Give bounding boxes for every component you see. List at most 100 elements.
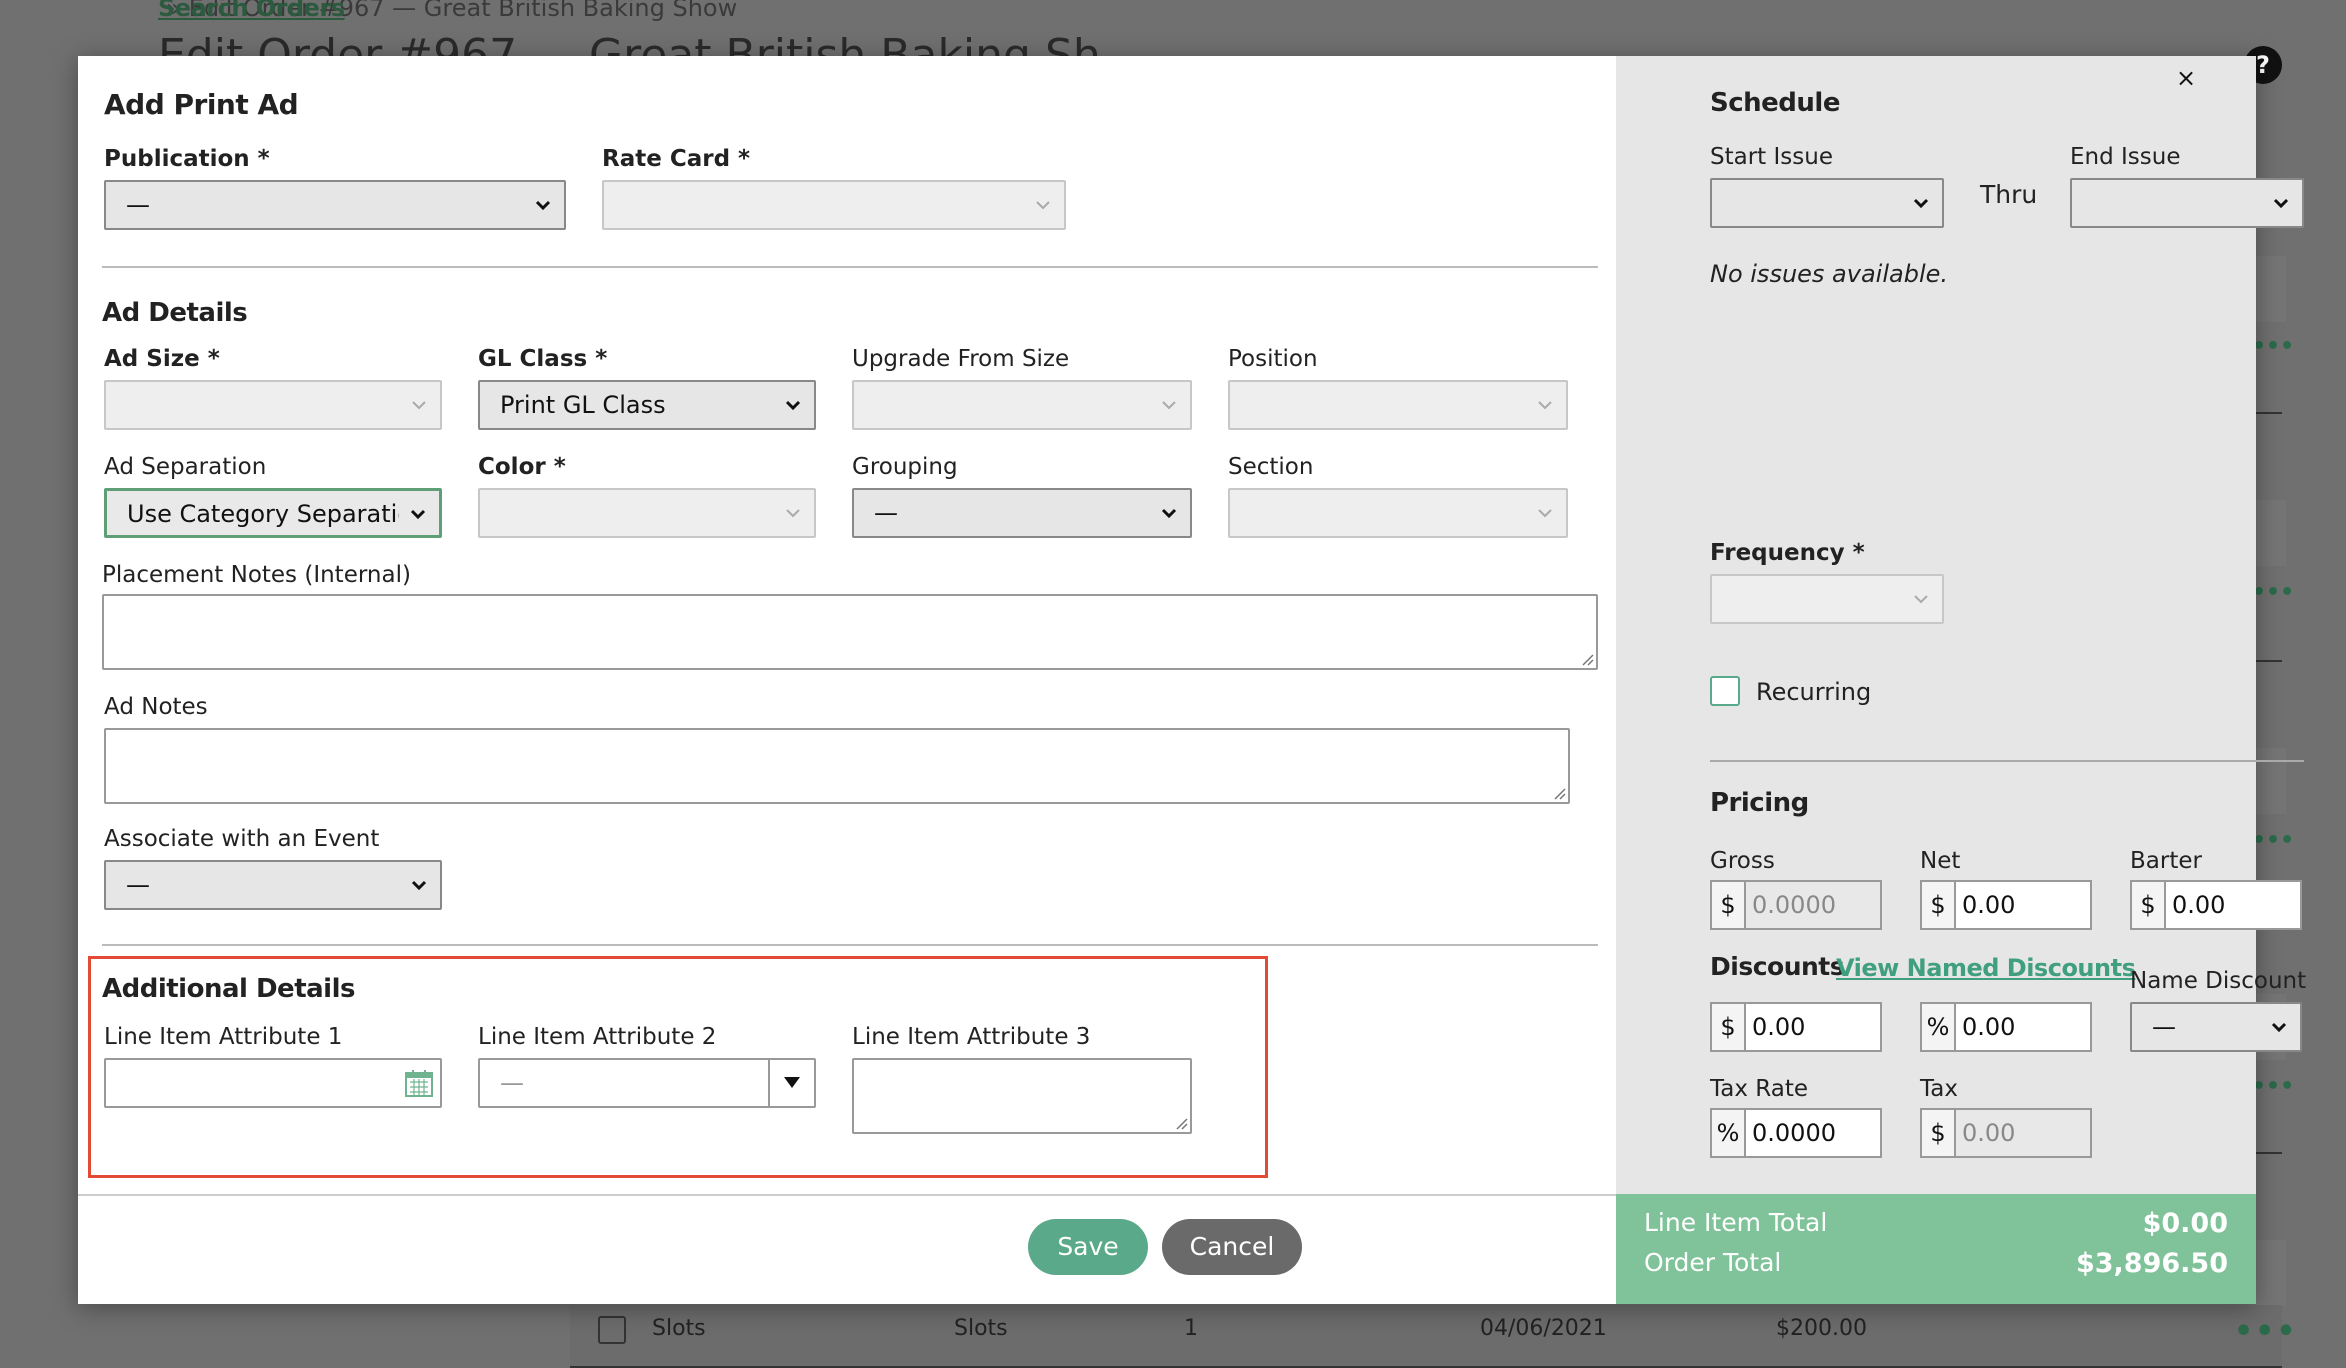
totals-bar: Line Item Total $0.00 Order Total $3,896… <box>1616 1194 2256 1304</box>
divider <box>102 944 1598 946</box>
barter-value: 0.00 <box>2172 891 2226 919</box>
bg-row-line <box>2256 412 2282 414</box>
bg-row-more-icon[interactable]: ••• <box>2252 334 2294 359</box>
publication-value: — <box>126 191 150 219</box>
breadcrumb: Search Orders» Edit Order #967 — Great Br… <box>158 0 737 22</box>
color-label: Color * <box>478 454 566 480</box>
publication-select[interactable]: — <box>104 180 566 230</box>
name-discount-value: — <box>2152 1013 2176 1041</box>
schedule-pricing-panel: Schedule Start Issue Thru End Issue No i… <box>1616 56 2306 1304</box>
color-select[interactable] <box>478 488 816 538</box>
grouping-value: — <box>874 499 898 527</box>
save-button[interactable]: Save <box>1028 1219 1148 1275</box>
gross-label: Gross <box>1710 848 1775 874</box>
start-issue-select[interactable] <box>1710 178 1944 228</box>
tax-field: $ 0.00 <box>1920 1108 2092 1158</box>
row-date: 04/06/2021 <box>1480 1316 1607 1341</box>
tax-rate-value: 0.0000 <box>1752 1119 1836 1147</box>
cancel-button[interactable]: Cancel <box>1162 1219 1302 1275</box>
tax-rate-input[interactable]: % 0.0000 <box>1710 1108 1882 1158</box>
percent-prefix: % <box>1712 1110 1746 1156</box>
line-item-total-label: Line Item Total <box>1644 1208 1828 1237</box>
upgrade-from-size-select[interactable] <box>852 380 1192 430</box>
view-named-discounts-link[interactable]: View Named Discounts <box>1836 954 2136 982</box>
add-print-ad-modal: Add Print Ad Publication * — Rate Card *… <box>78 56 2306 1304</box>
chevron-down-icon <box>1913 198 1929 209</box>
section-select[interactable] <box>1228 488 1568 538</box>
row-more-icon[interactable]: ••• <box>2234 1314 2298 1349</box>
line-item-attribute-2-toggle[interactable] <box>768 1060 814 1106</box>
event-label: Associate with an Event <box>104 826 380 852</box>
frequency-select[interactable] <box>1710 574 1944 624</box>
chevron-down-icon <box>1538 509 1552 518</box>
barter-input[interactable]: $ 0.00 <box>2130 880 2302 930</box>
close-icon[interactable]: × <box>2176 64 2196 92</box>
bg-row-more-icon[interactable]: ••• <box>2252 580 2294 605</box>
discount-amount-value: 0.00 <box>1752 1013 1806 1041</box>
bg-row-more-icon[interactable]: ••• <box>2252 828 2294 853</box>
line-item-attribute-3-textarea[interactable] <box>852 1058 1192 1134</box>
rate-card-select[interactable] <box>602 180 1066 230</box>
table-row <box>570 1305 2282 1368</box>
bg-row-panel <box>2256 500 2286 566</box>
bg-row-panel <box>2256 748 2286 814</box>
gl-class-value: Print GL Class <box>500 391 666 419</box>
ad-notes-textarea[interactable] <box>104 728 1570 804</box>
net-label: Net <box>1920 848 1961 874</box>
section-label: Section <box>1228 454 1314 480</box>
upgrade-from-size-label: Upgrade From Size <box>852 346 1070 372</box>
discount-amount-input[interactable]: $ 0.00 <box>1710 1002 1882 1052</box>
gl-class-select[interactable]: Print GL Class <box>478 380 816 430</box>
breadcrumb-search-orders-link[interactable]: Search Orders <box>158 0 345 22</box>
chevron-down-icon <box>1162 401 1176 410</box>
gross-value: 0.0000 <box>1746 882 1880 928</box>
pricing-heading: Pricing <box>1710 788 1809 818</box>
resize-grip-icon <box>1176 1118 1188 1130</box>
grouping-select[interactable]: — <box>852 488 1192 538</box>
dollar-prefix: $ <box>2132 882 2166 928</box>
tax-label: Tax <box>1920 1076 1958 1102</box>
line-item-attribute-2-combobox[interactable]: — <box>478 1058 816 1108</box>
chevron-down-icon <box>410 509 426 520</box>
modal-title: Add Print Ad <box>104 88 299 121</box>
placement-notes-textarea[interactable] <box>102 594 1598 670</box>
calendar-icon[interactable] <box>404 1068 434 1098</box>
placement-notes-label: Placement Notes (Internal) <box>102 562 411 588</box>
dollar-prefix: $ <box>1712 1004 1746 1050</box>
no-issues-message: No issues available. <box>1710 260 1949 288</box>
chevron-down-icon <box>786 509 800 518</box>
net-input[interactable]: $ 0.00 <box>1920 880 2092 930</box>
grouping-label: Grouping <box>852 454 958 480</box>
discount-percent-input[interactable]: % 0.00 <box>1920 1002 2092 1052</box>
chevron-down-icon <box>535 200 551 211</box>
ad-size-label: Ad Size * <box>104 346 220 372</box>
end-issue-select[interactable] <box>2070 178 2304 228</box>
ad-separation-select[interactable]: Use Category Separation <box>104 488 442 538</box>
row-checkbox[interactable] <box>598 1316 626 1344</box>
caret-down-icon <box>784 1077 800 1088</box>
gl-class-label: GL Class * <box>478 346 608 372</box>
name-discount-label: Name Discount <box>2130 968 2307 994</box>
recurring-checkbox[interactable] <box>1710 676 1740 706</box>
resize-grip-icon <box>1554 788 1566 800</box>
chevron-down-icon <box>412 401 426 410</box>
event-select[interactable]: — <box>104 860 442 910</box>
discounts-heading: Discounts <box>1710 952 1845 981</box>
line-item-attribute-1-input[interactable] <box>104 1058 442 1108</box>
bg-row-line <box>2256 660 2282 662</box>
chevron-down-icon <box>785 400 801 411</box>
percent-prefix: % <box>1922 1004 1956 1050</box>
ad-details-heading: Ad Details <box>102 298 248 328</box>
dollar-prefix: $ <box>1712 882 1746 928</box>
row-qty: 1 <box>1184 1316 1198 1341</box>
name-discount-select[interactable]: — <box>2130 1002 2302 1052</box>
bg-row-more-icon[interactable]: ••• <box>2252 1074 2294 1099</box>
order-total-label: Order Total <box>1644 1248 1782 1277</box>
schedule-heading: Schedule <box>1710 88 1840 118</box>
ad-size-select[interactable] <box>104 380 442 430</box>
line-item-attribute-3-label: Line Item Attribute 3 <box>852 1024 1091 1050</box>
line-item-attribute-2-value: — <box>500 1069 524 1097</box>
row-type: Slots <box>954 1316 1008 1341</box>
position-select[interactable] <box>1228 380 1568 430</box>
row-amount: $200.00 <box>1776 1316 1867 1341</box>
